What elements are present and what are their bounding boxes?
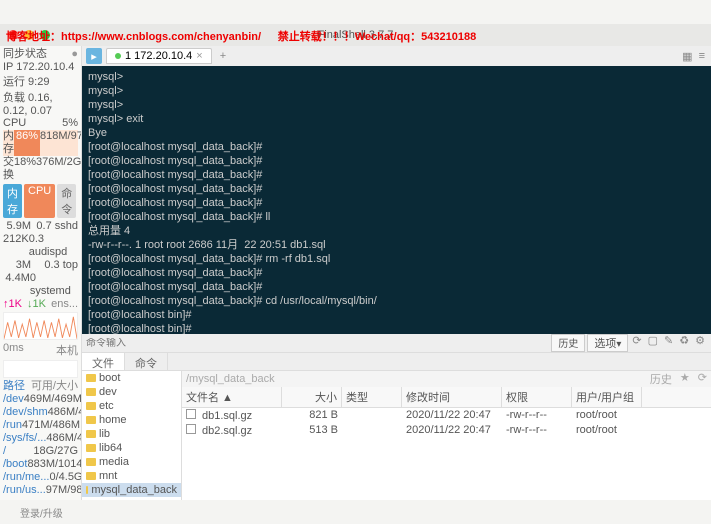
process-list: 5.9M 0.7 sshd 212K 0.3 audispd 3M 0.3 to… [3,220,78,298]
add-tab-button[interactable]: + [216,50,230,62]
grid-icon[interactable]: ▦ [682,50,692,63]
folder-icon[interactable]: ▸ [86,48,102,64]
session-tabbar: ▸ 1 172.20.10.4× + ▦ ≡ [82,46,711,66]
tool-icon-3[interactable]: ✎ [662,334,675,352]
file-row[interactable]: db2.sql.gz513 B2020/11/22 20:47-rw-r--r-… [182,423,711,438]
blog-link[interactable]: https://www.cnblogs.com/chenyanbin/ [61,31,261,43]
file-icon [186,409,196,419]
tool-icon-2[interactable]: ▢ [646,334,660,352]
mem-row: 内存86%818M/972M [3,130,78,156]
login-link[interactable]: 登录/升级 [20,505,63,520]
ping-chart [3,360,78,378]
session-tab[interactable]: 1 172.20.10.4× [106,48,212,64]
net-labels: ↑1K↓1Kens... [3,298,78,310]
command-bar: 历史 选项▾ ⟳ ▢ ✎ ♻ ⚙ [82,334,711,352]
option-button[interactable]: 选项▾ [587,334,628,352]
tool-icon-4[interactable]: ♻ [677,334,691,352]
command-input[interactable] [86,338,551,349]
tool-icon-1[interactable]: ⟳ [630,334,643,352]
file-panel-tabs: 文件 命令 [82,352,711,370]
bookmark-icon[interactable]: ★ [680,371,690,387]
folder-icon [86,374,96,382]
monitor-tabs[interactable]: 内存CPU命令 [3,184,78,218]
load-label: 负载 0.16, 0.12, 0.07 [3,89,78,117]
refresh-icon[interactable]: ⟳ [698,371,707,387]
list-icon[interactable]: ≡ [699,50,705,63]
cmd-tab[interactable]: 命令 [125,353,168,370]
history-button[interactable]: 历史 [551,334,585,352]
status-dot-icon [115,53,121,59]
swap-row: 交换18%376M/2G [3,156,78,182]
cpu-row: CPU5% [3,117,78,130]
close-tab-icon[interactable]: × [196,50,202,62]
ping-labels: 0ms本机 [3,342,78,358]
path-history[interactable]: 历史 [650,371,672,387]
path-bar[interactable]: /mysql_data_back 历史★⟳ [182,371,711,387]
tool-icon-5[interactable]: ⚙ [693,334,707,352]
ip-label: IP 172.20.10.4 [3,61,78,73]
sync-status: 同步状态● [3,48,78,61]
sidebar: 同步状态● IP 172.20.10.4 运行 9:29 负载 0.16, 0.… [0,46,82,500]
file-header[interactable]: 文件名 ▲大小类型修改时间权限用户/用户组 [182,387,711,408]
terminal[interactable]: mysql> mysql> mysql> mysql> exit Bye [ro… [82,66,711,334]
folder-tree[interactable]: boot dev etc home lib lib64 media mnt my… [82,371,182,500]
uptime-label: 运行 9:29 [3,73,78,89]
watermark-banner: 博客地址：https://www.cnblogs.com/chenyanbin/… [0,28,711,44]
disk-list: 路径可用/大小 /dev469M/469M /dev/shm486M/486M … [3,380,78,497]
file-row[interactable]: db1.sql.gz821 B2020/11/22 20:47-rw-r--r-… [182,408,711,423]
net-chart [3,312,78,340]
file-tab[interactable]: 文件 [82,353,125,370]
